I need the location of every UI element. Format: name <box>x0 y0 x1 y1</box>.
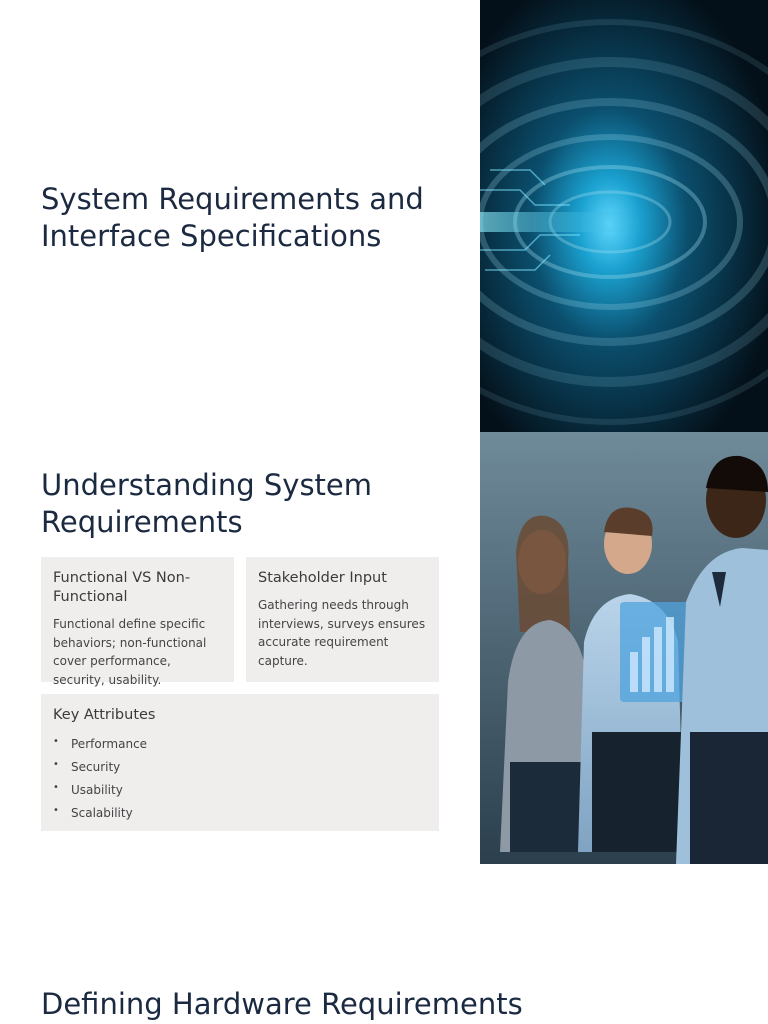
functional-card-body: Functional define specific behaviors; no… <box>53 617 207 687</box>
functional-card: Functional VS Non-Functional Functional … <box>41 557 234 687</box>
list-item: • Security <box>53 756 427 779</box>
key-attributes-card: Key Attributes • Performance • Security • U… <box>41 694 439 831</box>
stakeholder-card-heading: Stakeholder Input <box>258 570 387 586</box>
hero-tech-image <box>480 0 768 432</box>
stakeholder-card: Stakeholder Input Gathering needs throug… <box>246 557 439 682</box>
bullet-icon: • <box>53 805 59 816</box>
next-section-title: Defining Hardware Requirements <box>41 987 523 1021</box>
stakeholder-card-body: Gathering needs through interviews, surv… <box>258 598 426 668</box>
key-attributes-list: • Performance • Security • Usability • Scala… <box>53 733 427 825</box>
bullet-icon: • <box>53 759 59 770</box>
functional-card-heading: Functional VS Non-Functional <box>53 570 191 605</box>
list-item: • Scalability <box>53 802 427 825</box>
hero-title: System Requirements and Interface Specif… <box>41 182 424 253</box>
list-item: • Usability <box>53 779 427 802</box>
bullet-icon: • <box>53 782 59 793</box>
key-attributes-heading: Key Attributes <box>53 707 156 723</box>
section-title: Understanding System Requirements <box>41 468 373 539</box>
list-item: • Performance <box>53 733 427 756</box>
bullet-icon: • <box>53 736 59 747</box>
team-meeting-image <box>480 432 768 864</box>
slide-page: System Requirements and Interface Specif… <box>0 0 768 1024</box>
